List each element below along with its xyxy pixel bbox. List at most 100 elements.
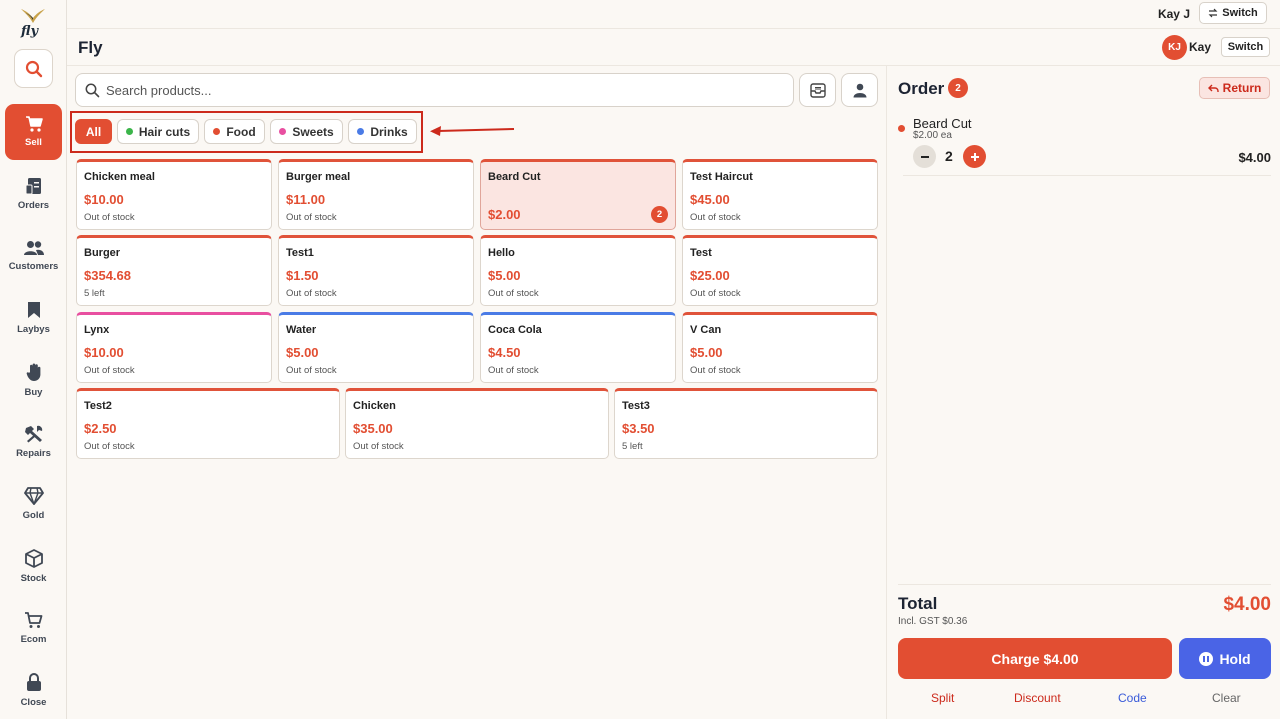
search-icon [85, 83, 100, 98]
header-user-name: Kay [1188, 40, 1211, 54]
diamond-icon [23, 487, 44, 505]
product-price: $11.00 [286, 192, 326, 207]
product-price: $10.00 [84, 345, 124, 360]
product-name: Test3 [622, 400, 650, 412]
category-chip-all[interactable]: All [75, 119, 112, 144]
search-icon [25, 60, 42, 77]
product-card[interactable]: Water $5.00 Out of stock [278, 312, 474, 383]
category-chip-drinks[interactable]: Drinks [348, 119, 417, 144]
product-price: $10.00 [84, 192, 124, 207]
logo-text: fly [21, 24, 39, 39]
order-count-badge: 2 [948, 78, 968, 98]
sidebar-item-label: Gold [22, 510, 45, 521]
app-logo[interactable]: fly [20, 8, 46, 40]
customers-icon [23, 241, 44, 255]
line-item-name[interactable]: Beard Cut [913, 116, 972, 131]
product-card[interactable]: Test1 $1.50 Out of stock [278, 235, 474, 306]
product-name: Test1 [286, 247, 314, 259]
product-stock: 5 left [622, 441, 643, 452]
sidebar-item-buy[interactable]: Buy [5, 352, 62, 408]
avatar[interactable]: KJ [1162, 35, 1187, 60]
hand-icon [26, 363, 40, 381]
hold-button[interactable]: Hold [1179, 638, 1271, 679]
product-name: Hello [488, 247, 515, 259]
header-switch-button[interactable]: Switch [1221, 37, 1270, 57]
product-price: $35.00 [353, 421, 393, 436]
increase-qty-button[interactable] [963, 145, 986, 168]
sidebar-item-customers[interactable]: Customers [5, 228, 62, 284]
split-link[interactable]: Split [931, 691, 954, 705]
product-card[interactable]: Chicken $35.00 Out of stock [345, 388, 609, 459]
product-name: Burger meal [286, 171, 351, 183]
product-stock: Out of stock [488, 365, 539, 376]
product-name: Test [690, 247, 712, 259]
product-stock: Out of stock [690, 365, 741, 376]
inbox-button[interactable] [799, 73, 836, 107]
order-line-item: Beard Cut $2.00 ea 2 $4.00 [898, 109, 1271, 176]
in-cart-qty-badge: 2 [651, 206, 668, 223]
sidebar-item-orders[interactable]: Orders [5, 166, 62, 222]
sidebar-item-label: Orders [17, 200, 50, 211]
product-price: $45.00 [690, 192, 730, 207]
product-stock: Out of stock [286, 365, 337, 376]
product-name: Coca Cola [488, 324, 542, 336]
product-price: $3.50 [622, 421, 655, 436]
product-card[interactable]: Hello $5.00 Out of stock [480, 235, 676, 306]
top-bar: Kay J Switch [67, 0, 1280, 29]
product-price: $4.50 [488, 345, 521, 360]
category-chip-sweets[interactable]: Sweets [270, 119, 343, 144]
product-card[interactable]: Lynx $10.00 Out of stock [76, 312, 272, 383]
swap-icon [1208, 8, 1218, 18]
customer-button[interactable] [841, 73, 878, 107]
sidebar-item-ecom[interactable]: Ecom [5, 600, 62, 656]
product-search[interactable] [75, 73, 794, 107]
sidebar-search-button[interactable] [14, 49, 53, 88]
sidebar-item-sell[interactable]: Sell [5, 104, 62, 160]
code-link[interactable]: Code [1118, 691, 1147, 705]
sidebar: fly Sell Orders Customers Laybys Buy Rep… [0, 0, 67, 719]
product-card[interactable]: Chicken meal $10.00 Out of stock [76, 159, 272, 230]
product-price: $5.00 [488, 268, 521, 283]
product-card[interactable]: Burger meal $11.00 Out of stock [278, 159, 474, 230]
lock-icon [26, 672, 41, 691]
product-card[interactable]: Burger $354.68 5 left [76, 235, 272, 306]
orders-icon [25, 178, 41, 195]
category-chip-food[interactable]: Food [204, 119, 265, 144]
category-dot [357, 128, 365, 135]
product-card[interactable]: V Can $5.00 Out of stock [682, 312, 878, 383]
sidebar-item-gold[interactable]: Gold [5, 476, 62, 532]
product-name: Test2 [84, 400, 112, 412]
sidebar-item-close[interactable]: Close [5, 662, 62, 718]
category-label: Sweets [292, 124, 334, 139]
product-card-selected[interactable]: Beard Cut $2.00 2 [480, 159, 676, 230]
annotation-arrow-icon [430, 126, 515, 136]
category-chip-hair-cuts[interactable]: Hair cuts [117, 119, 199, 144]
logo-wings-icon [21, 9, 45, 23]
page-title: Fly [78, 38, 103, 57]
product-card[interactable]: Test2 $2.50 Out of stock [76, 388, 340, 459]
return-button[interactable]: Return [1199, 77, 1270, 99]
sidebar-item-label: Ecom [20, 633, 47, 645]
total-label: Total [898, 594, 938, 613]
product-card[interactable]: Test $25.00 Out of stock [682, 235, 878, 306]
switch-user-button[interactable]: Switch [1199, 2, 1267, 24]
product-card[interactable]: Test3 $3.50 5 left [614, 388, 878, 459]
product-name: Chicken [353, 400, 396, 412]
product-card[interactable]: Test Haircut $45.00 Out of stock [682, 159, 878, 230]
line-item-total: $4.00 [1238, 150, 1271, 165]
product-card[interactable]: Coca Cola $4.50 Out of stock [480, 312, 676, 383]
search-input[interactable] [106, 80, 776, 100]
plus-icon [970, 152, 979, 161]
discount-link[interactable]: Discount [1014, 691, 1061, 705]
sidebar-item-repairs[interactable]: Repairs [5, 414, 62, 470]
decrease-qty-button[interactable] [913, 145, 936, 168]
charge-button[interactable]: Charge $4.00 [898, 638, 1172, 679]
sidebar-item-laybys[interactable]: Laybys [5, 290, 62, 346]
clear-link[interactable]: Clear [1212, 691, 1241, 705]
order-title: Order [898, 79, 945, 98]
product-stock: Out of stock [84, 441, 135, 452]
product-price: $2.00 [488, 207, 521, 222]
sidebar-item-stock[interactable]: Stock [5, 538, 62, 594]
category-label: All [85, 124, 102, 139]
product-name: Test Haircut [690, 171, 753, 183]
